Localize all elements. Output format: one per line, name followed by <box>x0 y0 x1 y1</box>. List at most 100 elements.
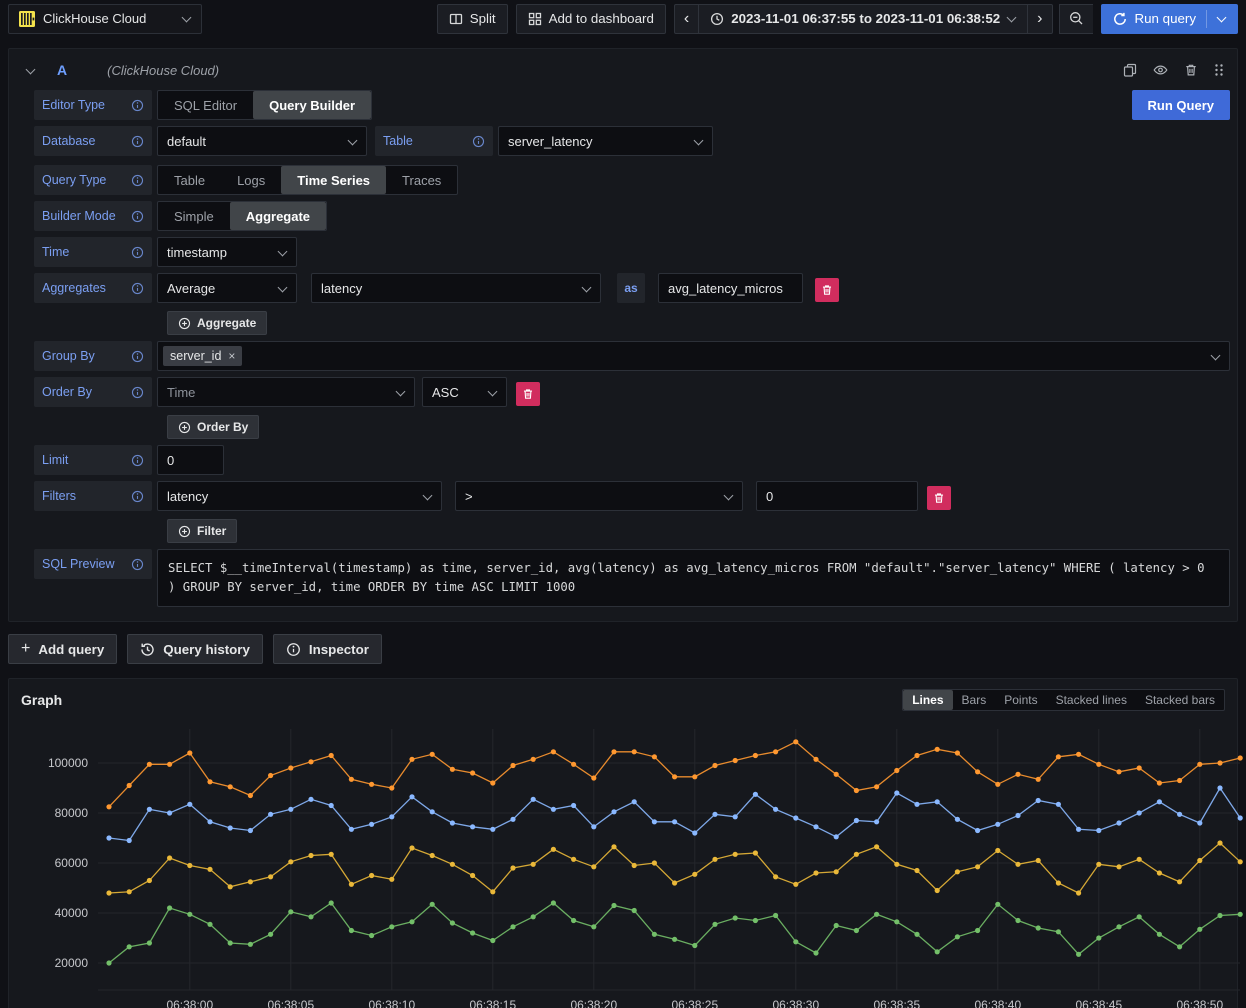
table-label: Table <box>375 126 493 156</box>
group-by-multiselect[interactable]: server_id × <box>157 341 1230 371</box>
split-label: Split <box>470 11 496 26</box>
info-icon[interactable] <box>131 174 144 187</box>
remove-order-by-button[interactable] <box>516 382 540 406</box>
chevron-down-icon <box>396 388 405 397</box>
graph-header: Graph LinesBarsPointsStacked linesStacke… <box>21 689 1225 711</box>
radio-option-lines[interactable]: Lines <box>903 690 952 710</box>
radio-option-sql-editor[interactable]: SQL Editor <box>158 91 253 119</box>
radio-option-simple[interactable]: Simple <box>158 202 230 230</box>
editor-run-query-button[interactable]: Run Query <box>1132 90 1230 120</box>
info-icon[interactable] <box>472 135 485 148</box>
info-icon[interactable] <box>131 558 144 571</box>
info-icon[interactable] <box>131 386 144 399</box>
radio-option-bars[interactable]: Bars <box>953 690 996 710</box>
time-range-forward-button[interactable]: › <box>1027 4 1052 34</box>
drag-handle-icon[interactable] <box>1214 63 1224 77</box>
time-range-back-button[interactable]: ‹ <box>674 4 698 34</box>
filter-column-select[interactable]: latency <box>157 481 442 511</box>
radio-option-points[interactable]: Points <box>995 690 1046 710</box>
add-aggregate-button[interactable]: Aggregate <box>167 311 267 335</box>
query-type-row: Query Type TableLogsTime SeriesTraces <box>34 165 1230 195</box>
as-chip: as <box>617 273 645 303</box>
radio-option-time-series[interactable]: Time Series <box>281 166 386 194</box>
svg-text:80000: 80000 <box>55 806 89 820</box>
info-icon[interactable] <box>131 454 144 467</box>
info-icon[interactable] <box>131 350 144 363</box>
add-order-by-button[interactable]: Order By <box>167 415 259 439</box>
sql-preview-row: SQL Preview SELECT $__timeInterval(times… <box>34 549 1230 607</box>
builder-mode-row: Builder Mode SimpleAggregate <box>34 201 1230 231</box>
info-icon[interactable] <box>131 282 144 295</box>
database-select[interactable]: default <box>157 126 367 156</box>
remove-aggregate-button[interactable] <box>815 278 839 302</box>
info-icon[interactable] <box>131 490 144 503</box>
hide-query-eye-icon[interactable] <box>1153 63 1168 77</box>
clock-icon <box>710 12 724 26</box>
add-query-button[interactable]: + Add query <box>8 634 117 664</box>
timeseries-chart[interactable]: 2000040000600008000010000006:38:0006:38:… <box>21 723 1243 1008</box>
radio-option-aggregate[interactable]: Aggregate <box>230 202 326 230</box>
radio-option-traces[interactable]: Traces <box>386 166 457 194</box>
aggregates-label: Aggregates <box>34 273 152 303</box>
inspector-button[interactable]: Inspector <box>273 634 382 664</box>
chevron-down-icon <box>278 284 287 293</box>
filter-value-input[interactable]: 0 <box>756 481 918 511</box>
radio-option-query-builder[interactable]: Query Builder <box>253 91 371 119</box>
chevron-down-icon <box>724 492 733 501</box>
editor-type-label: Editor Type <box>34 90 152 120</box>
collapse-chevron-icon[interactable] <box>26 66 35 75</box>
radio-option-stacked-bars[interactable]: Stacked bars <box>1136 690 1224 710</box>
radio-option-logs[interactable]: Logs <box>221 166 281 194</box>
zoom-out-icon <box>1069 11 1084 26</box>
time-column-value: timestamp <box>167 245 227 260</box>
limit-row: Limit 0 <box>34 445 1230 475</box>
aggregate-alias-input[interactable]: avg_latency_micros <box>658 273 803 303</box>
add-to-dashboard-label: Add to dashboard <box>549 11 654 26</box>
info-icon[interactable] <box>131 210 144 223</box>
chevron-left-icon: ‹ <box>684 11 689 27</box>
split-button[interactable]: Split <box>437 4 508 34</box>
database-label: Database <box>34 126 152 156</box>
time-range-button[interactable]: 2023-11-01 06:37:55 to 2023-11-01 06:38:… <box>698 4 1027 34</box>
filter-value: 0 <box>766 489 773 504</box>
svg-text:06:38:45: 06:38:45 <box>1075 998 1122 1008</box>
remove-tag-icon[interactable]: × <box>228 349 235 363</box>
info-icon[interactable] <box>131 99 144 112</box>
svg-text:100000: 100000 <box>48 756 88 770</box>
chevron-down-icon <box>348 137 357 146</box>
remove-filter-button[interactable] <box>927 486 951 510</box>
limit-input[interactable]: 0 <box>157 445 224 475</box>
add-filter-button[interactable]: Filter <box>167 519 237 543</box>
editor-type-row: Editor Type SQL EditorQuery Builder Run … <box>34 90 1230 120</box>
query-history-button[interactable]: Query history <box>127 634 263 664</box>
explore-actions: + Add query Query history Inspector <box>8 634 1238 664</box>
radio-option-table[interactable]: Table <box>158 166 221 194</box>
editor-type-radio-group: SQL EditorQuery Builder <box>157 90 372 120</box>
dashboard-grid-icon <box>528 12 542 26</box>
table-select[interactable]: server_latency <box>498 126 713 156</box>
run-query-label: Run query <box>1135 11 1197 26</box>
plus-icon: + <box>21 640 30 658</box>
aggregate-function-select[interactable]: Average <box>157 273 297 303</box>
add-to-dashboard-button[interactable]: Add to dashboard <box>516 4 666 34</box>
run-query-button[interactable]: Run query <box>1101 4 1239 34</box>
aggregate-column-value: latency <box>321 281 362 296</box>
group-by-label: Group By <box>34 341 152 371</box>
order-by-field-select[interactable]: Time <box>157 377 415 407</box>
chevron-down-icon <box>1211 352 1220 361</box>
filters-row: Filters latency > 0 <box>34 481 1230 511</box>
group-by-tag[interactable]: server_id × <box>163 346 242 366</box>
svg-text:06:38:20: 06:38:20 <box>570 998 617 1008</box>
delete-query-trash-icon[interactable] <box>1184 63 1198 77</box>
info-icon[interactable] <box>131 246 144 259</box>
datasource-picker[interactable]: ClickHouse Cloud <box>8 4 202 34</box>
radio-option-stacked-lines[interactable]: Stacked lines <box>1047 690 1136 710</box>
aggregate-column-select[interactable]: latency <box>311 273 601 303</box>
time-column-select[interactable]: timestamp <box>157 237 297 267</box>
info-icon[interactable] <box>131 135 144 148</box>
time-row: Time timestamp <box>34 237 1230 267</box>
filter-operator-select[interactable]: > <box>455 481 743 511</box>
zoom-out-time-button[interactable] <box>1059 4 1093 34</box>
duplicate-query-icon[interactable] <box>1123 63 1137 77</box>
order-by-direction-select[interactable]: ASC <box>422 377 507 407</box>
